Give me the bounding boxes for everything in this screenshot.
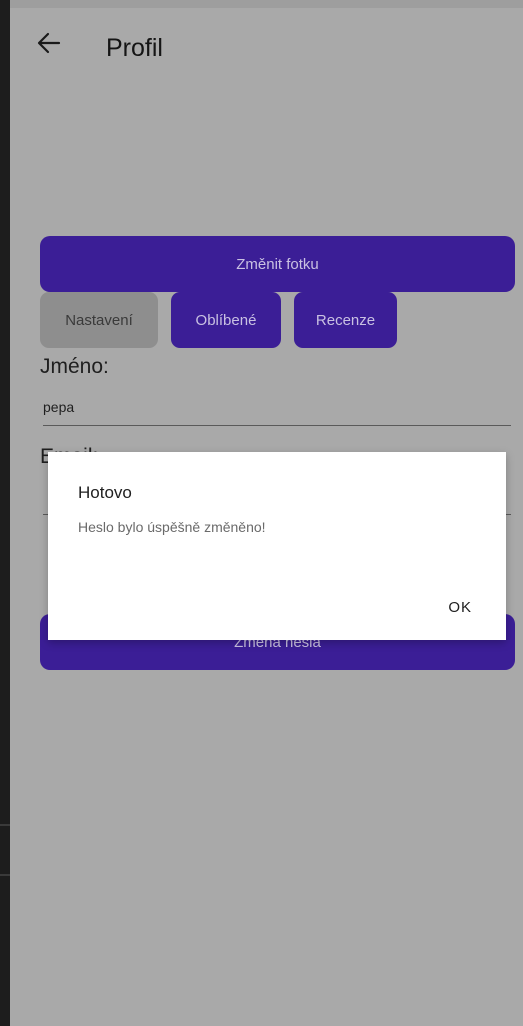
tab-settings[interactable]: Nastavení: [40, 292, 158, 348]
left-edge-bar: [0, 0, 10, 1026]
tab-settings-label: Nastavení: [65, 311, 133, 329]
edge-mark: [0, 874, 10, 876]
ok-button[interactable]: OK: [448, 600, 472, 615]
page-title: Profil: [106, 34, 163, 62]
change-photo-button[interactable]: Změnit fotku: [40, 236, 515, 292]
profile-screen: Profil Změnit fotku Nastavení Oblíbené R…: [0, 0, 523, 1026]
dialog-title: Hotovo: [78, 483, 132, 502]
tab-favorites[interactable]: Oblíbené: [171, 292, 281, 348]
change-photo-label: Změnit fotku: [236, 255, 319, 273]
app-bar: Profil: [10, 8, 523, 82]
alert-dialog: Hotovo Heslo bylo úspěšně změněno! OK: [48, 452, 506, 640]
tab-reviews-label: Recenze: [315, 311, 376, 329]
arrow-left-icon[interactable]: [36, 30, 62, 56]
dialog-message: Heslo bylo úspěšně změněno!: [78, 519, 266, 535]
name-label: Jméno:: [40, 355, 109, 378]
status-strip: [10, 0, 523, 8]
tab-reviews[interactable]: Recenze: [294, 292, 397, 348]
name-field-underline: [43, 425, 511, 426]
edge-mark: [0, 824, 10, 826]
name-field[interactable]: pepa: [43, 400, 74, 414]
tab-favorites-label: Oblíbené: [195, 311, 257, 329]
